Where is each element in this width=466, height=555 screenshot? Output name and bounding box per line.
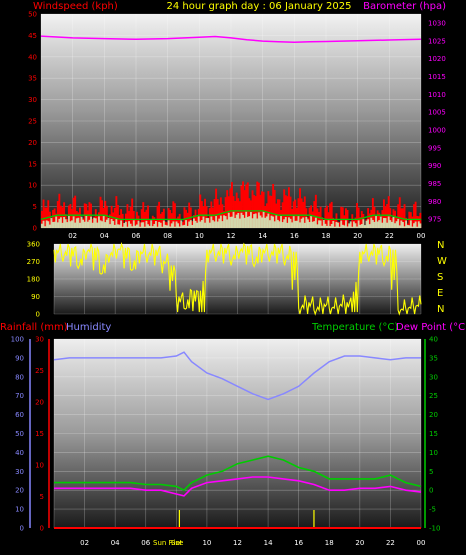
- x-tick-label: 00: [417, 539, 426, 547]
- temperature-tick-label: 25: [429, 392, 438, 400]
- temperature-tick-label: 35: [429, 354, 438, 362]
- temperature-tick-label: -10: [429, 525, 440, 533]
- weather-graph: Windspeed (kph) 24 hour graph day : 06 J…: [0, 1, 466, 548]
- y-right-tick-label: 1015: [428, 73, 446, 81]
- x-tick-label: 18: [325, 539, 334, 547]
- x-tick-label: 20: [353, 232, 362, 240]
- x-tick-label: 18: [322, 232, 331, 240]
- y-right-tick-label: 1020: [428, 55, 446, 63]
- humidity-tick-label: 20: [15, 487, 24, 495]
- direction-tick-label: 0: [36, 311, 40, 319]
- y-left-tick-label: 5: [33, 203, 37, 211]
- compass-n-bottom: N: [437, 304, 444, 315]
- direction-tick-label: 270: [27, 258, 40, 266]
- rainfall-axis-title: Rainfall (mm): [0, 322, 68, 333]
- direction-tick-label: 180: [27, 276, 40, 284]
- x-tick-label: 10: [202, 539, 211, 547]
- humidity-tick-label: 90: [15, 354, 24, 362]
- wind-direction-panel: 0 90 180 270 360 N W S E N: [27, 240, 447, 319]
- y-left-tick-label: 15: [28, 160, 37, 168]
- humidity-tick-label: 30: [15, 468, 24, 476]
- humidity-axis-title: Humidity: [66, 322, 111, 333]
- humidity-tick-label: 50: [15, 430, 24, 438]
- humidity-tick-label: 100: [11, 336, 24, 344]
- x-tick-label: 00: [417, 232, 426, 240]
- compass-s: S: [437, 272, 443, 283]
- temperature-tick-label: 15: [429, 430, 438, 438]
- rainfall-tick-label: 15: [35, 430, 44, 438]
- y-left-tick-label: 35: [28, 75, 37, 83]
- y-right-tick-label: 1000: [428, 126, 446, 134]
- chart-title: 24 hour graph day : 06 January 2025: [167, 1, 352, 12]
- sunset-label: Set: [171, 539, 183, 547]
- temperature-axis-title: Temperature (°C): [311, 322, 398, 333]
- y-left-tick-label: 50: [28, 11, 37, 19]
- x-tick-label: 14: [264, 539, 273, 547]
- rainfall-tick-label: 10: [35, 462, 44, 470]
- y-right-tick-label: 995: [428, 144, 441, 152]
- compass-n-top: N: [437, 240, 444, 251]
- rainfall-tick-label: 5: [40, 493, 44, 501]
- x-tick-label: 04: [100, 232, 109, 240]
- humidity-tick-label: 70: [15, 392, 24, 400]
- compass-w: W: [437, 256, 447, 267]
- temperature-tick-label: -5: [429, 506, 436, 514]
- compass-e: E: [437, 288, 443, 299]
- y-left-tick-label: 20: [28, 139, 37, 147]
- rainfall-tick-label: 25: [35, 367, 44, 375]
- humidity-tick-label: 40: [15, 449, 24, 457]
- y-right-tick-label: 975: [428, 216, 441, 224]
- wind-axis-title: Windspeed (kph): [33, 1, 118, 12]
- x-tick-label: 16: [290, 232, 299, 240]
- temperature-tick-label: 0: [429, 487, 433, 495]
- humidity-tick-label: 0: [20, 525, 24, 533]
- y-right-tick-label: 1010: [428, 91, 446, 99]
- rainfall-tick-label: 20: [35, 399, 44, 407]
- y-right-tick-label: 985: [428, 180, 441, 188]
- y-left-tick-label: 30: [28, 96, 37, 104]
- direction-tick-label: 360: [27, 241, 40, 249]
- x-tick-label: 06: [132, 232, 141, 240]
- y-right-tick-label: 990: [428, 162, 441, 170]
- temperature-tick-label: 40: [429, 336, 438, 344]
- x-tick-label: 06: [141, 539, 150, 547]
- y-left-tick-label: 25: [28, 118, 37, 126]
- rainfall-tick-label: 30: [35, 336, 44, 344]
- temperature-tick-label: 30: [429, 373, 438, 381]
- x-tick-label: 04: [111, 539, 120, 547]
- y-left-tick-label: 45: [28, 32, 37, 40]
- dewpoint-axis-title: Dew Point (°C): [396, 322, 466, 333]
- y-left-tick-label: 0: [33, 225, 37, 233]
- x-tick-label: 22: [385, 232, 394, 240]
- x-tick-label: 12: [227, 232, 236, 240]
- x-tick-label: 02: [80, 539, 89, 547]
- temperature-tick-label: 10: [429, 449, 438, 457]
- gust-low-bar: [419, 223, 422, 228]
- x-tick-label: 10: [195, 232, 204, 240]
- barometer-axis-title: Barometer (hpa): [363, 1, 446, 12]
- direction-tick-label: 90: [31, 293, 40, 301]
- y-right-tick-label: 1005: [428, 109, 446, 117]
- x-tick-label: 02: [68, 232, 77, 240]
- temperature-tick-label: 5: [429, 468, 433, 476]
- x-tick-label: 12: [233, 539, 242, 547]
- rainfall-tick-label: 0: [40, 525, 44, 533]
- y-right-tick-label: 980: [428, 198, 441, 206]
- humidity-tick-label: 80: [15, 373, 24, 381]
- temp-humidity-panel: 0102030405060708090100051015202530-10-50…: [11, 336, 441, 548]
- x-tick-label: 08: [163, 232, 172, 240]
- y-left-tick-label: 10: [28, 182, 37, 190]
- x-tick-label: 16: [294, 539, 303, 547]
- y-right-tick-label: 1025: [428, 37, 446, 45]
- temperature-tick-label: 20: [429, 411, 438, 419]
- humidity-tick-label: 60: [15, 411, 24, 419]
- x-tick-label: 22: [386, 539, 395, 547]
- x-tick-label: 20: [355, 539, 364, 547]
- humidity-tick-label: 10: [15, 506, 24, 514]
- y-left-tick-label: 40: [28, 53, 37, 61]
- x-tick-label: 14: [258, 232, 267, 240]
- wind-pressure-panel: 0510152025303540455097598098599099510001…: [28, 11, 446, 241]
- y-right-tick-label: 1030: [428, 19, 446, 27]
